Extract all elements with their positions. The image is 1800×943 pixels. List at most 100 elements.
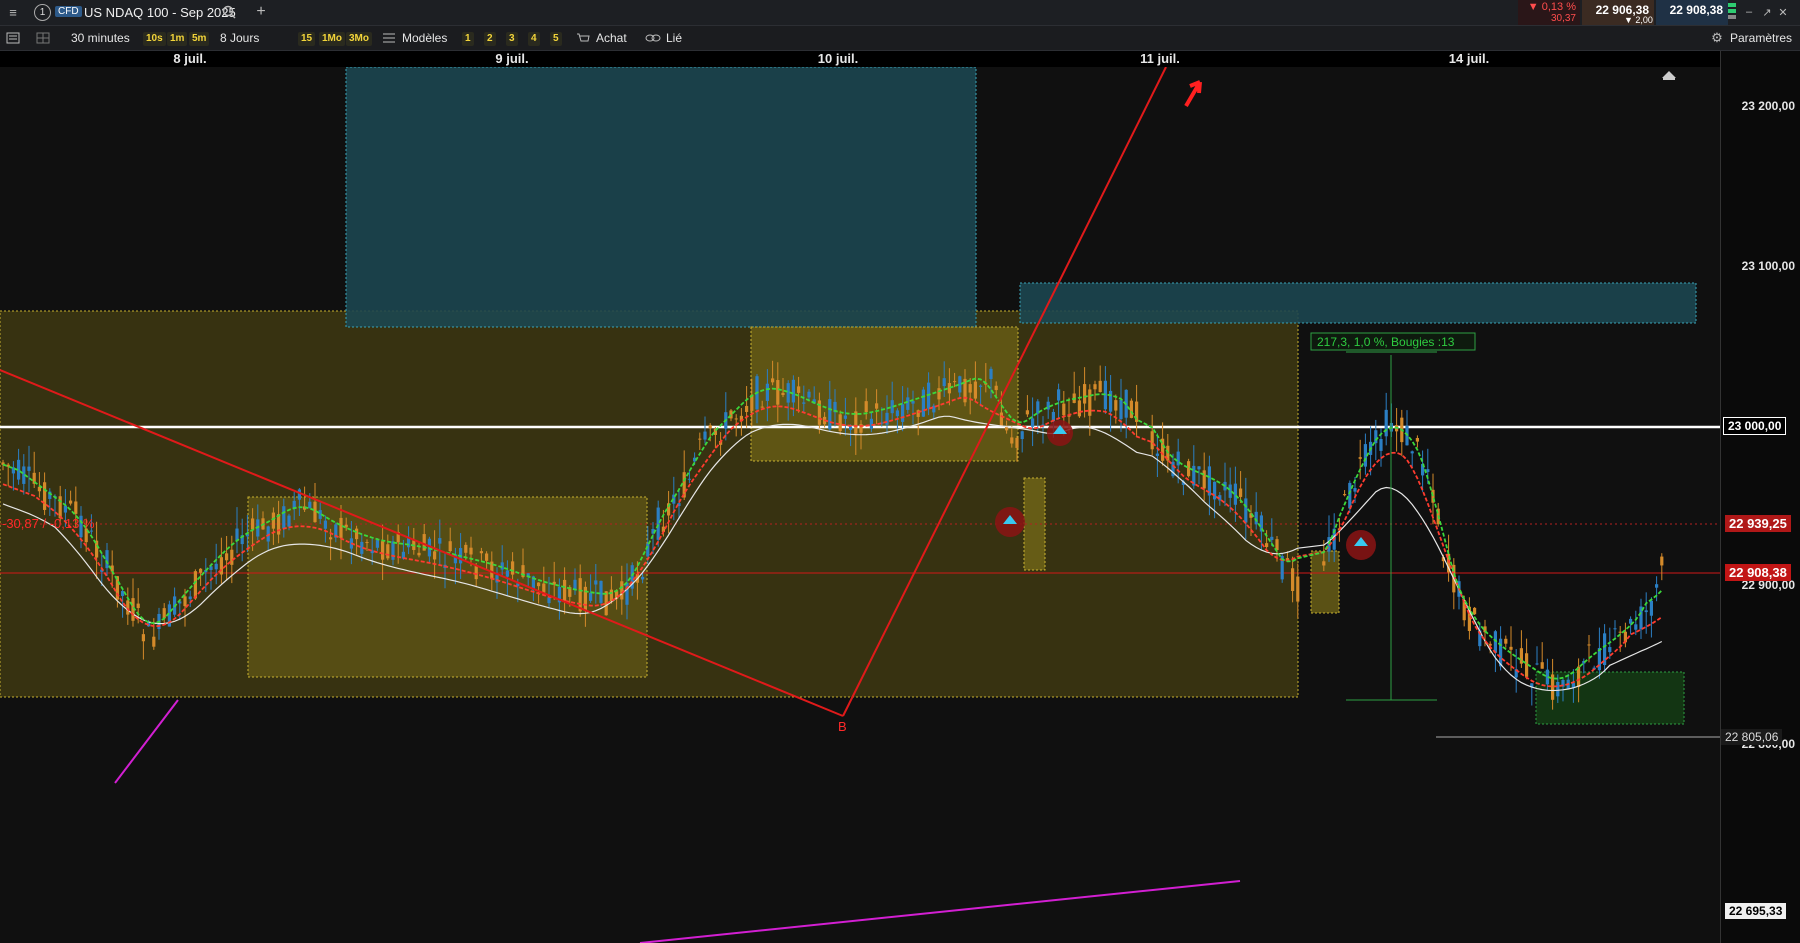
candle-body	[339, 517, 343, 538]
search-icon[interactable]	[220, 3, 238, 21]
candle-body	[1025, 410, 1029, 415]
candle-body	[136, 603, 140, 609]
gear-icon[interactable]: ⚙	[1708, 29, 1726, 47]
price-chart[interactable]: 217,3, 1,0 %, Bougies :13 -30,87 / -0,13…	[0, 67, 1720, 943]
magenta-trend-line[interactable]	[639, 880, 1241, 943]
candle-body	[63, 505, 67, 513]
candle-body	[1504, 638, 1508, 644]
candle-body	[547, 597, 551, 604]
candle-body	[895, 410, 899, 417]
candle-body	[505, 570, 509, 577]
candle-body	[308, 501, 312, 508]
candle-body	[448, 541, 452, 552]
layout-button-5[interactable]: 5	[550, 32, 562, 46]
candle-body	[1270, 536, 1274, 540]
candle-body	[1129, 400, 1133, 418]
candle-body	[1660, 556, 1664, 566]
range-select[interactable]: 8 Jours	[220, 26, 259, 50]
candle-body	[901, 404, 905, 422]
chart-canvas[interactable]: 217,3, 1,0 %, Bougies :13 -30,87 / -0,13…	[0, 67, 1720, 943]
candle-body	[973, 381, 977, 399]
candle-body	[1644, 610, 1648, 613]
market-status-icon	[1728, 3, 1736, 22]
interval-10s[interactable]: 10s	[143, 32, 166, 46]
candle-body	[209, 566, 213, 570]
up-arrow-icon	[1184, 80, 1202, 108]
candle-body	[869, 418, 873, 429]
date-label: 11 juil.	[1140, 51, 1180, 66]
buy-button[interactable]: Achat	[596, 26, 627, 50]
candle-body	[594, 580, 598, 585]
candle-body	[271, 512, 275, 529]
range-15[interactable]: 15	[298, 32, 316, 46]
interval-1m[interactable]: 1m	[167, 32, 188, 46]
candle-body	[43, 482, 47, 510]
candle-body	[287, 515, 291, 527]
add-tab-icon[interactable]: +	[252, 3, 270, 21]
candle-body	[329, 537, 333, 540]
bottom-price-tag[interactable]: 22 695,33	[1725, 903, 1787, 919]
date-label: 10 juil.	[817, 51, 859, 66]
candle-body	[126, 600, 130, 615]
layout-icon[interactable]	[34, 29, 52, 47]
candle-body	[942, 378, 946, 387]
candle-body	[760, 406, 764, 408]
candle-body	[433, 551, 437, 560]
candle-body	[1244, 498, 1248, 523]
close-icon[interactable]: ✕	[1774, 3, 1792, 21]
candle-body	[1618, 631, 1622, 633]
menu-icon[interactable]: ≡	[4, 3, 22, 21]
candle-body	[225, 553, 229, 561]
price-axis[interactable]: 23 200,00 23 100,00 22 900,00 22 800,00 …	[1720, 51, 1800, 943]
candle-body	[479, 551, 483, 554]
candle-body	[802, 402, 806, 404]
range-1mo[interactable]: 1Mo	[319, 32, 345, 46]
candle-body	[105, 550, 109, 569]
settings-button[interactable]: Paramètres	[1730, 26, 1792, 50]
candle-body	[682, 472, 686, 498]
templates-button[interactable]: Modèles	[402, 26, 447, 50]
candle-body	[791, 379, 795, 403]
candle-body	[999, 412, 1003, 426]
level-22939-tag[interactable]: 22 939,25	[1725, 515, 1791, 532]
linked-button[interactable]: Lié	[666, 26, 682, 50]
change-absolute: 30,37	[1550, 13, 1576, 24]
magenta-support-line[interactable]	[114, 699, 179, 784]
zone-teal-resistance	[345, 67, 977, 328]
candle-body	[641, 576, 645, 580]
instrument-list-icon[interactable]	[4, 29, 22, 47]
candle-body	[807, 391, 811, 398]
candle-body	[765, 383, 769, 401]
candle-body	[1015, 437, 1019, 448]
candle-body	[583, 586, 587, 611]
scroll-to-top-icon[interactable]	[1662, 71, 1676, 80]
templates-icon[interactable]	[380, 29, 398, 47]
candle-body	[745, 405, 749, 412]
candle-body	[1155, 453, 1159, 456]
candle-body	[1353, 488, 1357, 492]
instrument-number-badge[interactable]: 1	[34, 4, 51, 21]
candle-body	[1031, 418, 1035, 427]
candle-body	[599, 580, 603, 603]
ask-price-button[interactable]: 22 908,38	[1656, 0, 1728, 25]
candle-body	[1587, 644, 1591, 646]
candle-body	[1062, 403, 1066, 416]
interval-5m[interactable]: 5m	[189, 32, 210, 46]
layout-button-3[interactable]: 3	[506, 32, 518, 46]
layout-button-2[interactable]: 2	[484, 32, 496, 46]
interval-select[interactable]: 30 minutes	[71, 26, 130, 50]
date-axis: 8 juil. 9 juil. 10 juil. 11 juil. 14 jui…	[0, 51, 1720, 67]
minimize-icon[interactable]: –	[1740, 3, 1758, 21]
instrument-title[interactable]: US NDAQ 100 - Sep 2025	[84, 5, 236, 20]
cfd-badge: CFD	[55, 6, 82, 17]
range-3mo[interactable]: 3Mo	[346, 32, 372, 46]
level-23000-tag[interactable]: 23 000,00	[1723, 417, 1787, 435]
candle-body	[152, 636, 156, 647]
last-price-tag: 22 908,38	[1725, 564, 1791, 581]
buy-icon[interactable]	[574, 29, 592, 47]
low-price-tag[interactable]: 22 805,06	[1721, 729, 1783, 745]
layout-button-1[interactable]: 1	[462, 32, 474, 46]
layout-button-4[interactable]: 4	[528, 32, 540, 46]
link-icon[interactable]	[644, 29, 662, 47]
candle-body	[646, 543, 650, 557]
